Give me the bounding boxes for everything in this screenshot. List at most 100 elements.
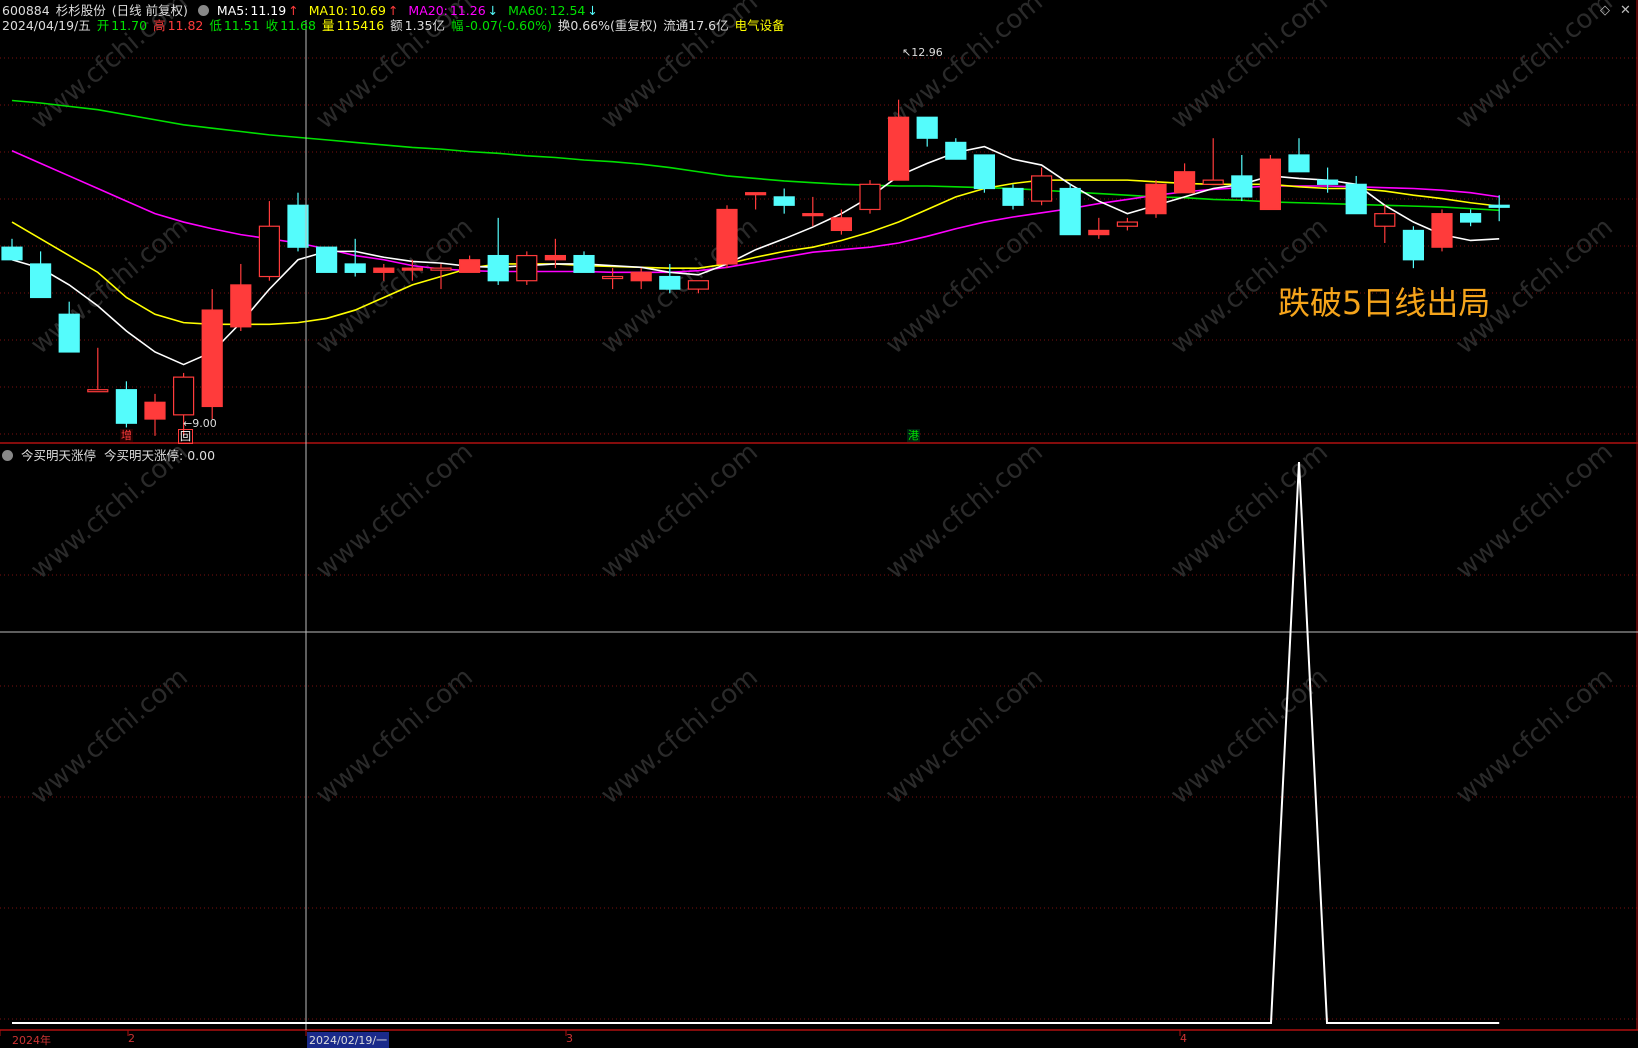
volume-value: 115416 — [336, 18, 385, 33]
candle-body — [887, 116, 910, 181]
info-row: 2024/04/19/五 开 11.70 高 11.82 低 11.51 收 11.68… — [2, 17, 787, 35]
watermark-text: www.cfchi.com — [1450, 437, 1619, 585]
watermark-text: www.cfchi.com — [1450, 662, 1619, 810]
event-tag-hk[interactable]: 港 — [907, 429, 920, 442]
candle-body — [1288, 154, 1310, 173]
candle-body — [1173, 171, 1196, 194]
candle-body — [373, 267, 395, 273]
candle-body — [802, 213, 824, 217]
diamond-icon[interactable]: ◇ — [1600, 3, 1610, 18]
change-value: -0.07(-0.60%) — [465, 18, 552, 33]
x-axis-label-mar: 3 — [566, 1032, 573, 1045]
candle-body — [344, 263, 366, 273]
candle-body — [1145, 183, 1167, 215]
float-cap-value: 流通17.6亿 — [663, 18, 729, 33]
watermark-text: www.cfchi.com — [1165, 0, 1334, 135]
candle-body — [459, 259, 481, 273]
ma20-arrow: ↓ — [487, 3, 499, 18]
close-value: 11.68 — [280, 18, 316, 33]
low-price-mark-value: 9.00 — [192, 417, 217, 430]
watermark-text: www.cfchi.com — [25, 662, 194, 810]
low-label: 低 — [209, 18, 222, 33]
close-icon[interactable]: ✕ — [1620, 3, 1631, 18]
stock-name: 杉杉股份 — [55, 3, 106, 18]
candle-body — [1345, 183, 1367, 215]
candle-body — [201, 309, 223, 408]
candle-body — [87, 389, 109, 393]
candle-body — [230, 284, 252, 328]
candle-body — [973, 154, 996, 190]
candle-body — [601, 275, 624, 280]
candle-body — [716, 208, 738, 265]
candle-body — [630, 271, 652, 282]
candle-body — [1488, 204, 1510, 208]
ma20-value: 11.26 — [449, 3, 486, 18]
watermark-text: www.cfchi.com — [310, 437, 479, 585]
industry-label[interactable]: 电气设备 — [735, 18, 785, 33]
ma60-label: MA60: — [508, 3, 548, 18]
candle-body — [659, 275, 681, 290]
amount-label: 额 — [390, 18, 403, 33]
change-label: 幅 — [451, 18, 464, 33]
watermark-text: www.cfchi.com — [310, 212, 479, 360]
ma60-arrow: ↓ — [587, 3, 598, 18]
watermark-text: www.cfchi.com — [880, 212, 1049, 360]
ma60-value: 12.54 — [549, 3, 586, 18]
indicator-settings-icon[interactable] — [2, 450, 13, 461]
candle-body — [115, 389, 138, 424]
candle-body — [544, 254, 567, 261]
period-label: (日线 前复权) — [111, 3, 188, 18]
candle-body — [1259, 158, 1282, 211]
candle-body — [1, 246, 23, 261]
indicator-line — [12, 461, 1500, 1024]
watermark-text: www.cfchi.com — [880, 437, 1049, 585]
candle-body — [1116, 221, 1139, 227]
ma10-arrow: ↑ — [387, 3, 399, 18]
candle-body — [173, 376, 195, 416]
candle-body — [430, 267, 452, 271]
candle-body — [487, 254, 509, 282]
candle-body — [316, 246, 338, 273]
settings-icon[interactable] — [197, 5, 209, 16]
candle-body — [1316, 179, 1339, 185]
candle-body — [1374, 213, 1396, 227]
high-price-mark-value: 12.96 — [911, 46, 943, 59]
high-label: 高 — [153, 18, 166, 33]
watermark-text: www.cfchi.com — [595, 437, 764, 585]
candle-body — [830, 217, 853, 232]
stock-chart[interactable]: www.cfchi.com www.cfchi.com www.cfchi.com w… — [0, 0, 1638, 1046]
date-label: 2024/04/19/五 — [2, 18, 91, 33]
low-value: 11.51 — [223, 18, 260, 33]
stock-code: 600884 — [2, 3, 50, 18]
candle-body — [30, 263, 52, 299]
volume-label: 量 — [321, 18, 335, 33]
candle-body — [1402, 229, 1425, 261]
ma5-value: 11.19 — [250, 3, 287, 18]
close-label: 收 — [265, 18, 279, 33]
high-value: 11.82 — [167, 18, 204, 33]
candle-body — [401, 267, 423, 271]
candle-body — [1059, 187, 1081, 236]
amount-value: 1.35亿 — [404, 18, 446, 33]
candle-body — [687, 280, 710, 290]
watermark-text: www.cfchi.com — [1165, 662, 1334, 810]
candle-body — [1002, 187, 1024, 206]
watermark-text: www.cfchi.com — [880, 0, 1049, 135]
x-axis-label-apr: 4 — [1180, 1032, 1187, 1045]
event-tag-add[interactable]: 增 — [120, 429, 133, 442]
annotation-text: 跌破5日线出局 — [1278, 284, 1491, 322]
candle-body — [1202, 179, 1224, 185]
event-tag-buyback[interactable]: 回 — [178, 429, 193, 444]
indicator-name[interactable]: 今买明天涨停 — [21, 448, 96, 463]
watermark-text: www.cfchi.com — [880, 662, 1049, 810]
candle-body — [945, 141, 967, 160]
candle-body — [144, 401, 166, 420]
candle-body — [916, 116, 938, 139]
candle-body — [516, 254, 538, 282]
high-price-mark: ↖12.96 — [902, 46, 943, 59]
watermark-text: www.cfchi.com — [1450, 0, 1619, 135]
candle-body — [744, 192, 767, 196]
candle-body — [258, 225, 280, 278]
indicator-value-label: 今买明天涨停: — [103, 448, 184, 463]
candle-body — [859, 183, 881, 211]
